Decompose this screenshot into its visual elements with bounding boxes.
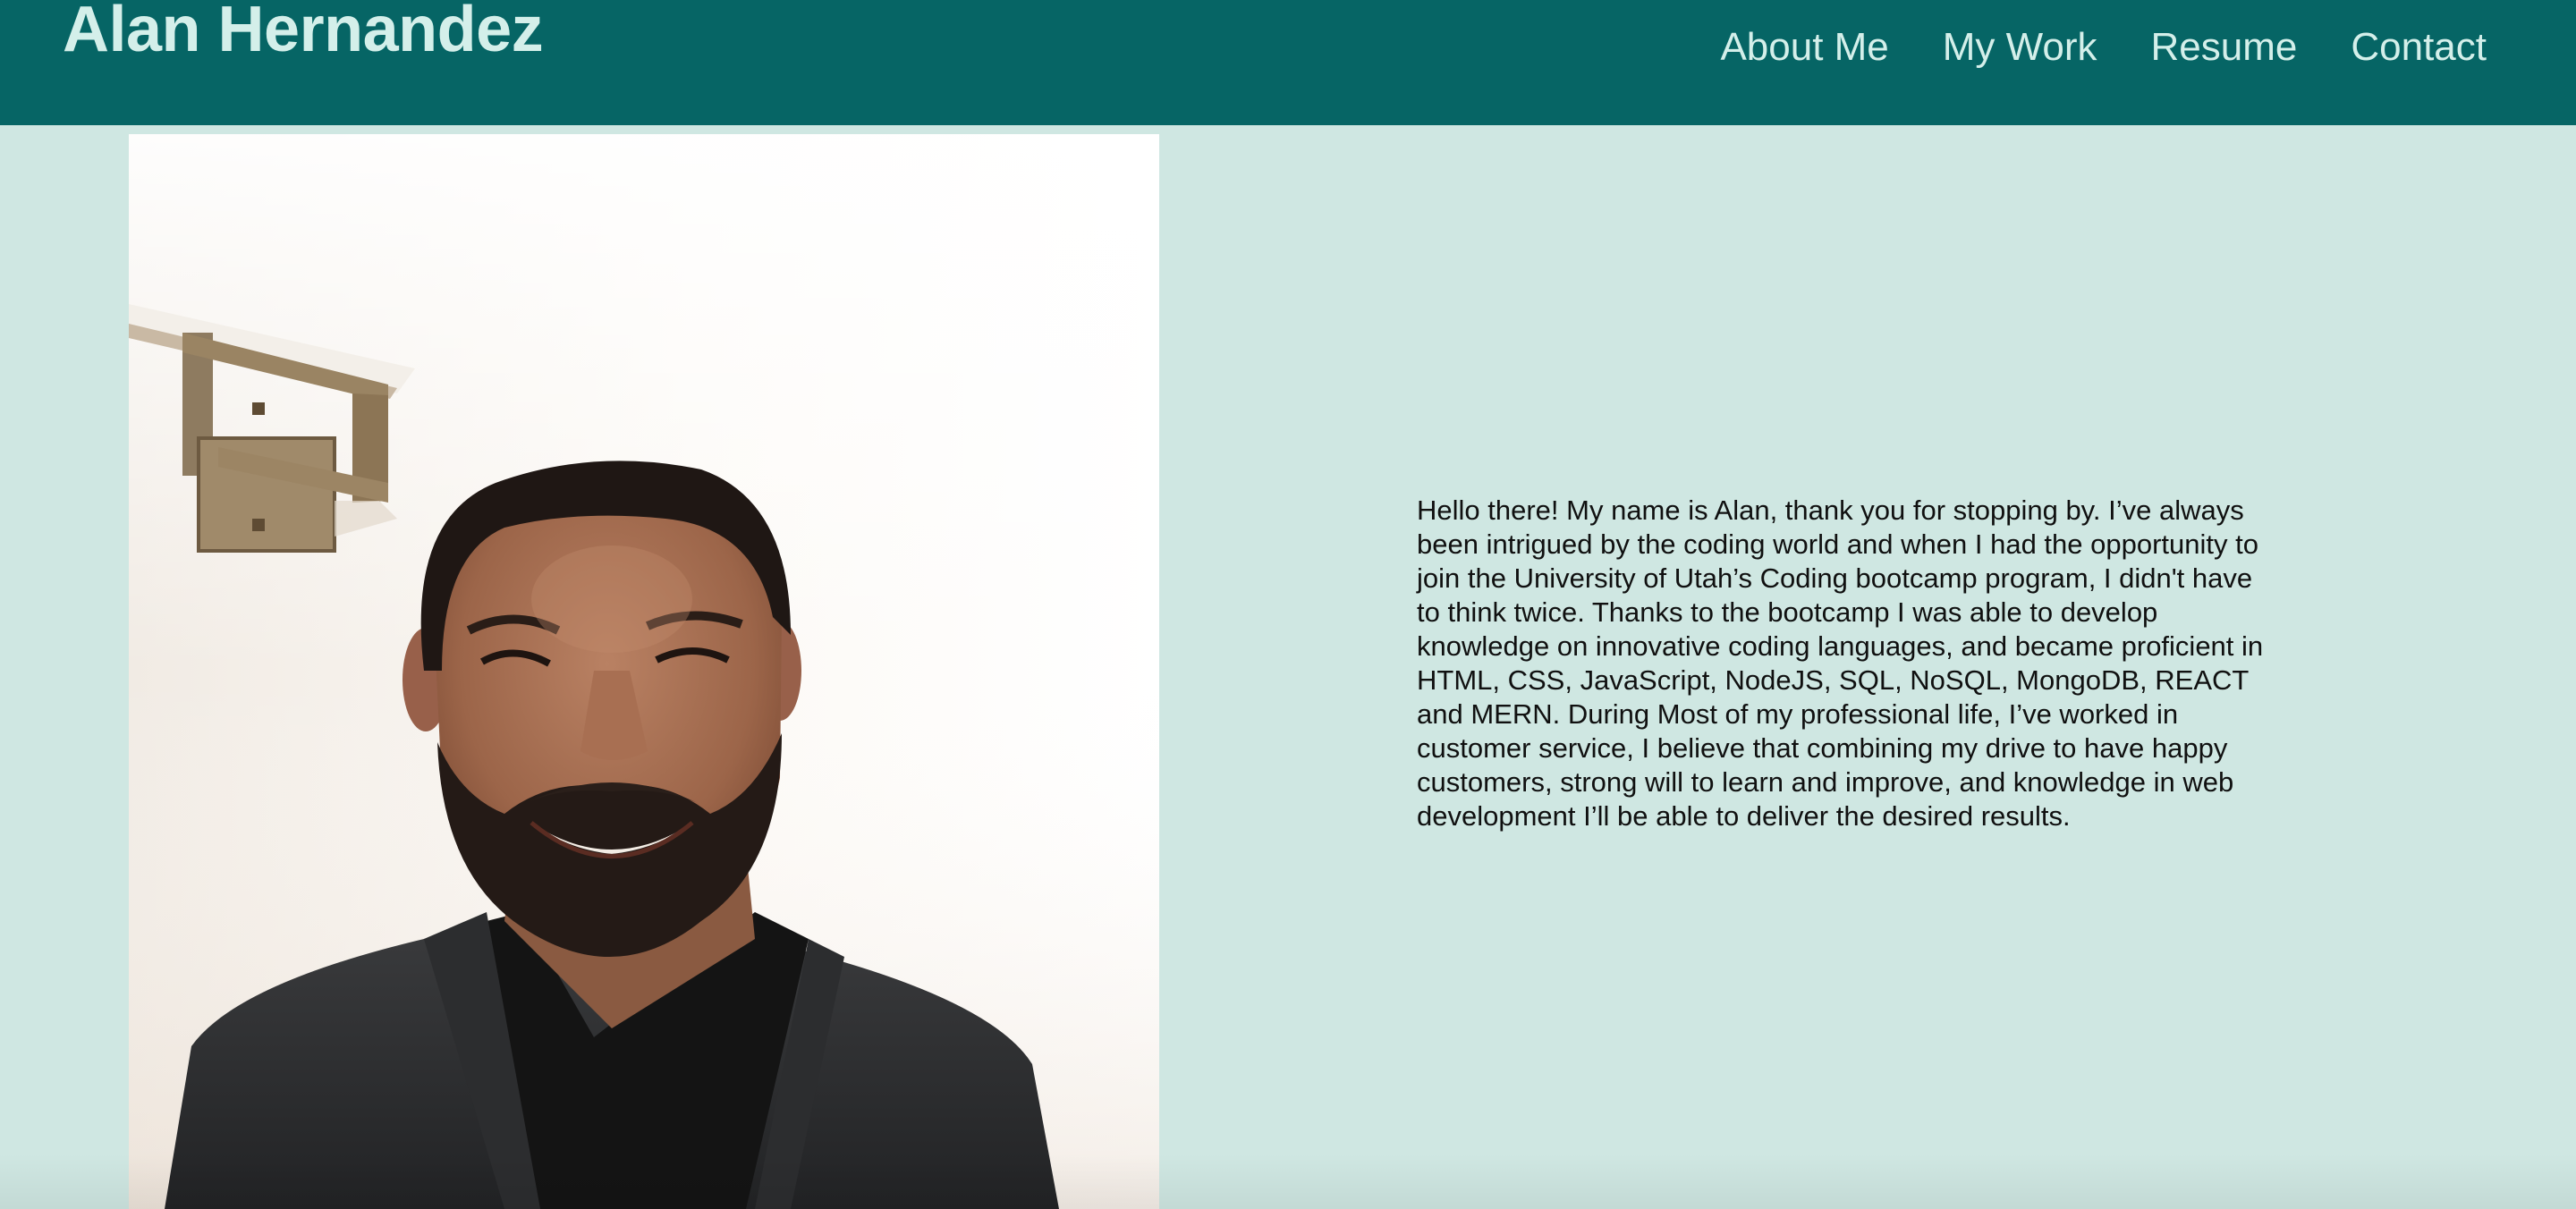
nav-resume[interactable]: Resume [2151, 25, 2298, 70]
about-bio: Hello there! My name is Alan, thank you … [1417, 495, 2264, 832]
nav-contact[interactable]: Contact [2351, 25, 2487, 70]
profile-photo [129, 134, 1159, 1209]
nav-about-me[interactable]: About Me [1720, 25, 1888, 70]
main-nav: About Me My Work Resume Contact [1720, 25, 2487, 70]
site-title: Alan Hernandez [63, 0, 544, 65]
profile-photo-image [129, 134, 1159, 1209]
site-header: Alan Hernandez About Me My Work Resume C… [0, 0, 2576, 125]
nav-my-work[interactable]: My Work [1943, 25, 2097, 70]
